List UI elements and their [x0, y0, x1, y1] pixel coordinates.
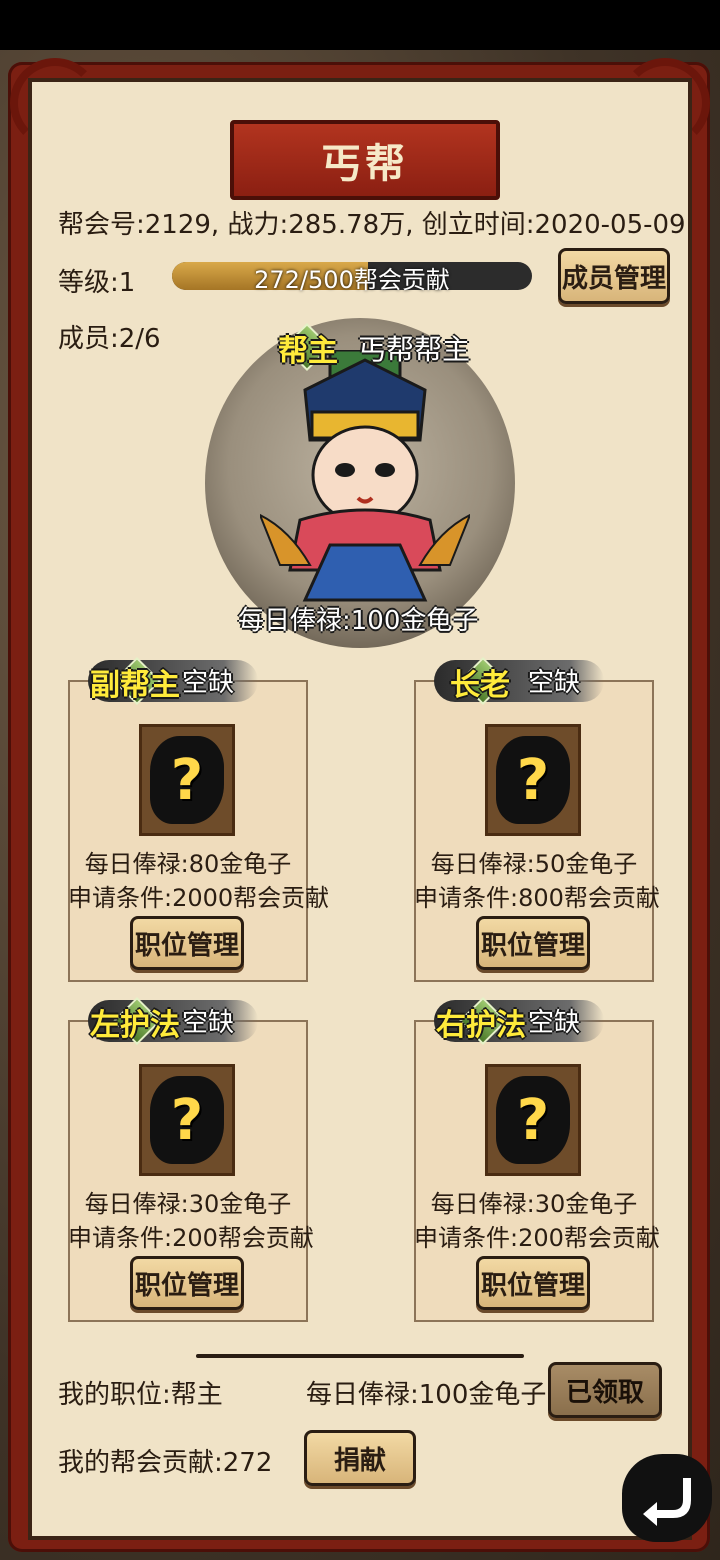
position-salary: 每日俸禄:30金龟子	[84, 1190, 292, 1218]
position-avatar-slot[interactable]: ?	[485, 1064, 581, 1176]
guild-members: 成员:2/6	[58, 324, 161, 354]
position-status: 空缺	[528, 668, 581, 698]
position-salary: 每日俸禄:50金龟子	[430, 850, 638, 878]
question-mark-icon: ?	[516, 1087, 550, 1153]
question-mark-icon: ?	[170, 1087, 204, 1153]
position-manage-button[interactable]: 职位管理	[130, 1256, 244, 1310]
position-avatar-slot[interactable]: ?	[139, 724, 235, 836]
question-mark-icon: ?	[516, 747, 550, 813]
guild-summary: 帮会号:2129, 战力:285.78万, 创立时间:2020-05-09	[58, 210, 686, 240]
title-plaque: 丐帮	[230, 120, 500, 200]
question-mark-icon: ?	[170, 747, 204, 813]
position-requirement: 申请条件:200帮会贡献	[414, 1224, 660, 1252]
guild-level: 等级:1	[58, 268, 136, 298]
position-status: 空缺	[528, 1008, 581, 1038]
guild-title: 丐帮	[321, 141, 409, 187]
position-manage-button[interactable]: 职位管理	[476, 1256, 590, 1310]
leader-salary: 每日俸禄:100金龟子	[238, 606, 479, 636]
position-status: 空缺	[182, 668, 235, 698]
position-manage-button[interactable]: 职位管理	[130, 916, 244, 970]
position-role-label: 副帮主	[90, 668, 180, 703]
leader-avatar	[260, 350, 470, 602]
position-requirement: 申请条件:800帮会贡献	[414, 884, 660, 912]
member-manage-button[interactable]: 成员管理	[558, 248, 670, 304]
my-position: 我的职位:帮主	[58, 1380, 223, 1410]
back-arrow-glyph	[643, 1478, 691, 1526]
claim-salary-button[interactable]: 已领取	[548, 1362, 662, 1418]
position-status: 空缺	[182, 1008, 235, 1038]
position-salary: 每日俸禄:80金龟子	[84, 850, 292, 878]
leader-role-label: 帮主	[278, 334, 338, 369]
position-role-label: 右护法	[436, 1008, 526, 1043]
position-requirement: 申请条件:2000帮会贡献	[68, 884, 330, 912]
position-avatar-slot[interactable]: ?	[139, 1064, 235, 1176]
donate-button[interactable]: 捐献	[304, 1430, 416, 1486]
footer-divider	[196, 1354, 524, 1358]
leader-name: 丐帮帮主	[358, 333, 471, 366]
position-role-label: 左护法	[90, 1008, 180, 1043]
position-salary: 每日俸禄:30金龟子	[430, 1190, 638, 1218]
position-avatar-slot[interactable]: ?	[485, 724, 581, 836]
position-manage-button[interactable]: 职位管理	[476, 916, 590, 970]
my-salary: 每日俸禄:100金龟子	[306, 1380, 547, 1410]
position-requirement: 申请条件:200帮会贡献	[68, 1224, 314, 1252]
return-arrow-icon[interactable]	[622, 1454, 712, 1542]
position-role-label: 长老	[450, 668, 510, 703]
contribution-progress-text: 272/500帮会贡献	[254, 266, 450, 294]
my-contribution: 我的帮会贡献:272	[58, 1448, 273, 1478]
